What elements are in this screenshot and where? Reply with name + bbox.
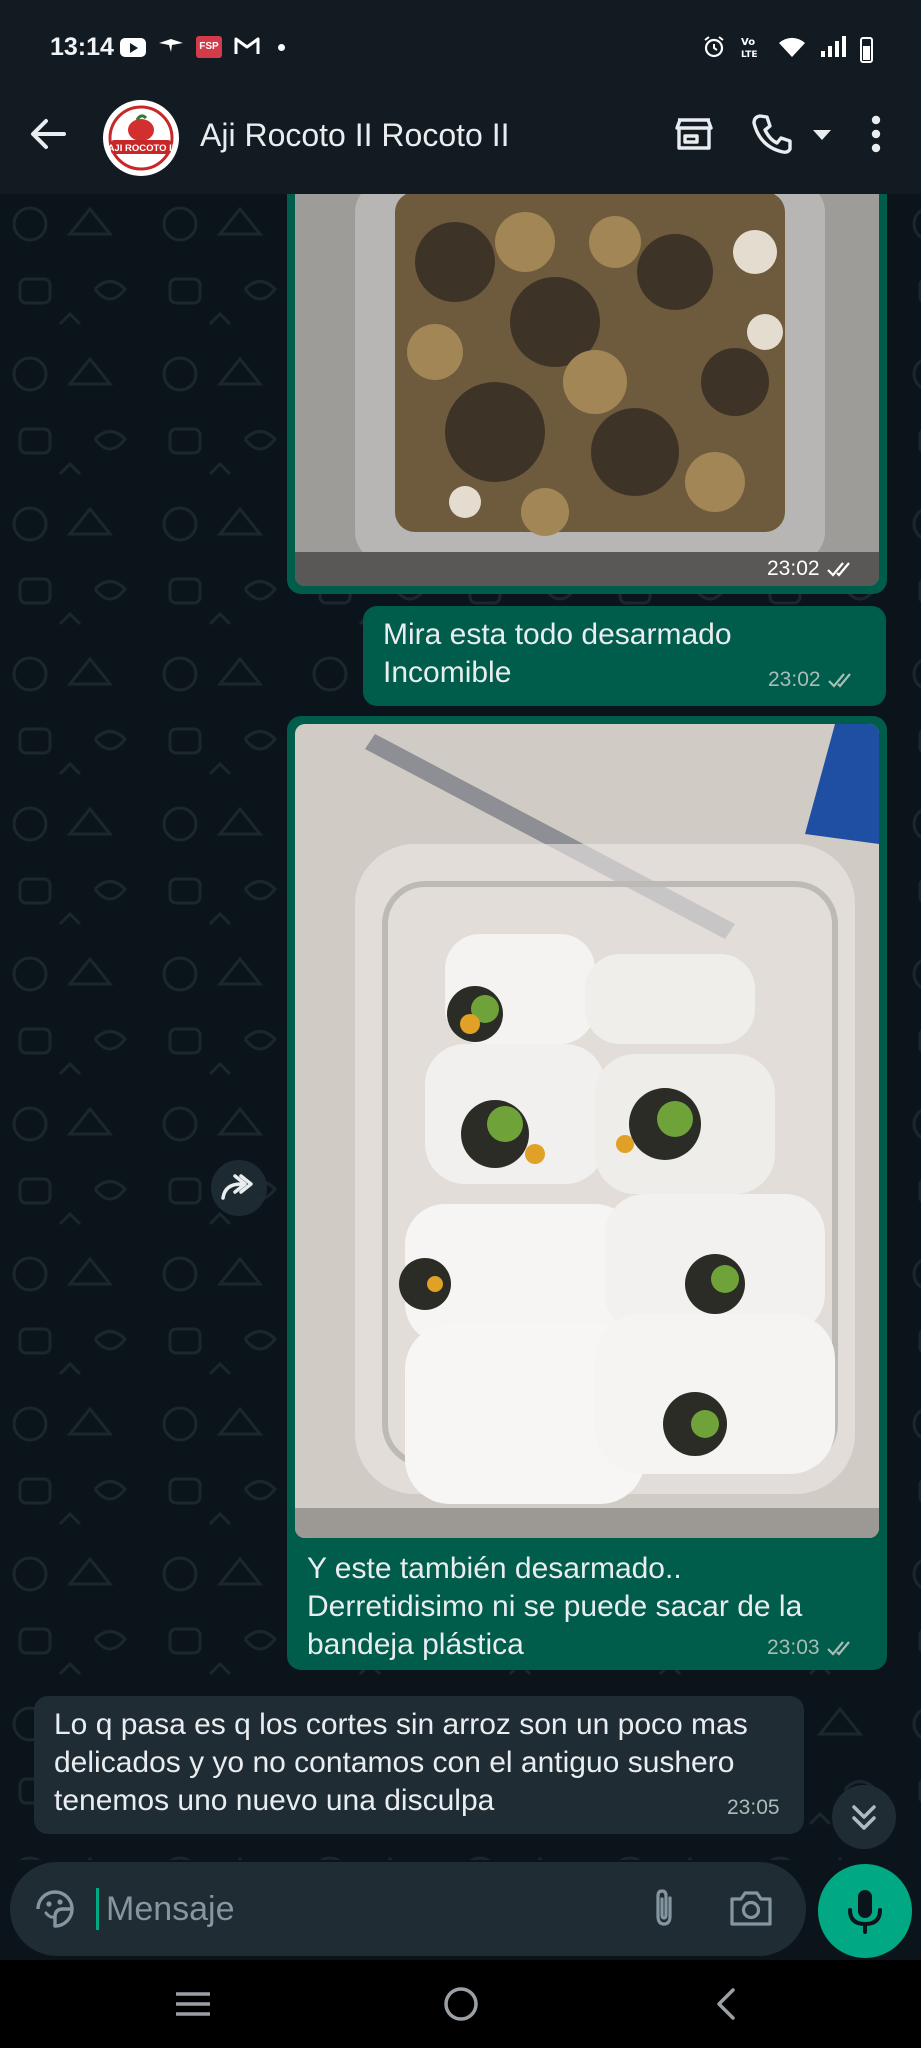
alarm-icon xyxy=(702,35,726,64)
message-time: 23:02 xyxy=(768,668,821,691)
paperclip-icon[interactable] xyxy=(642,1886,686,1930)
vpn-bird-icon xyxy=(158,36,184,58)
message-line: Incomible xyxy=(383,656,512,689)
youtube-icon xyxy=(120,37,146,57)
message-caption-line: Y este también desarmado.. xyxy=(307,1552,682,1585)
recents-icon[interactable] xyxy=(172,1984,214,2024)
avatar-label: AJI ROCOTO II xyxy=(108,143,175,154)
message-text-2[interactable]: Mira esta todo desarmado Incomible 23:02 xyxy=(363,606,886,706)
message-meta: 23:02 xyxy=(767,557,854,581)
message-input-pill[interactable]: Mensaje xyxy=(10,1862,806,1956)
status-time: 13:14 xyxy=(50,33,114,61)
store-icon[interactable] xyxy=(670,110,718,158)
battery-icon xyxy=(860,36,873,63)
avatar[interactable]: AJI ROCOTO II xyxy=(103,100,179,176)
camera-icon[interactable] xyxy=(728,1886,774,1930)
text-caret xyxy=(96,1888,99,1930)
chat-area[interactable]: 23:02 Mira esta todo desarmado Incomible… xyxy=(0,194,921,1860)
message-line: Mira esta todo desarmado xyxy=(383,618,732,651)
message-meta: 23:03 xyxy=(767,1636,854,1660)
back-icon[interactable] xyxy=(708,1982,744,2026)
scroll-to-bottom-button[interactable] xyxy=(832,1785,896,1849)
phone-icon[interactable] xyxy=(748,110,796,158)
message-input-bar: Mensaje xyxy=(0,1860,921,1960)
double-check-icon xyxy=(826,1641,850,1656)
system-nav-bar xyxy=(0,1960,921,2048)
signal-icon xyxy=(820,36,846,63)
message-line: delicados y yo no contamos con el antigu… xyxy=(54,1746,735,1779)
notification-dot xyxy=(278,43,285,51)
message-line: tenemos uno nuevo una disculpa xyxy=(54,1784,495,1817)
dropdown-caret-icon[interactable] xyxy=(810,110,834,158)
status-right-icons: Vo LTE xyxy=(702,34,873,65)
home-icon[interactable] xyxy=(441,1982,481,2026)
message-time: 23:05 xyxy=(727,1796,780,1819)
microphone-button[interactable] xyxy=(818,1864,912,1958)
wifi-icon xyxy=(778,36,806,63)
photo-tempura[interactable] xyxy=(295,194,879,586)
fsp-app-icon: FSP xyxy=(196,36,222,58)
svg-text:LTE: LTE xyxy=(741,50,758,60)
microphone-icon xyxy=(848,1890,882,1934)
gmail-icon xyxy=(234,36,260,58)
forward-icon[interactable] xyxy=(211,1160,267,1216)
volte-icon: Vo LTE xyxy=(740,34,764,65)
message-input[interactable]: Mensaje xyxy=(106,1890,235,1929)
message-caption-line: Derretidisimo ni se puede sacar de la xyxy=(307,1590,803,1623)
double-check-icon xyxy=(826,562,850,577)
message-meta: 23:05 xyxy=(727,1796,780,1820)
status-left-icons: FSP xyxy=(120,36,285,58)
svg-text:Vo: Vo xyxy=(741,37,755,48)
more-vertical-icon[interactable] xyxy=(858,110,894,158)
message-text-4[interactable]: Lo q pasa es q los cortes sin arroz son … xyxy=(34,1696,804,1834)
message-meta: 23:02 xyxy=(768,668,855,692)
chat-header: AJI ROCOTO II Aji Rocoto II Rocoto II xyxy=(0,80,921,194)
message-image-1[interactable]: 23:02 xyxy=(287,194,887,594)
back-arrow-icon[interactable] xyxy=(26,112,70,156)
message-image-3[interactable]: Y este también desarmado.. Derretidisimo… xyxy=(287,716,887,1670)
double-check-icon xyxy=(827,673,851,688)
message-time: 23:03 xyxy=(767,1636,820,1659)
contact-name[interactable]: Aji Rocoto II Rocoto II xyxy=(200,117,509,154)
message-line: Lo q pasa es q los cortes sin arroz son … xyxy=(54,1708,748,1741)
emoji-sticker-icon[interactable] xyxy=(32,1886,78,1932)
message-time: 23:02 xyxy=(767,557,820,580)
message-caption-line: bandeja plástica xyxy=(307,1628,524,1661)
photo-sushi-rolls[interactable] xyxy=(295,724,879,1538)
